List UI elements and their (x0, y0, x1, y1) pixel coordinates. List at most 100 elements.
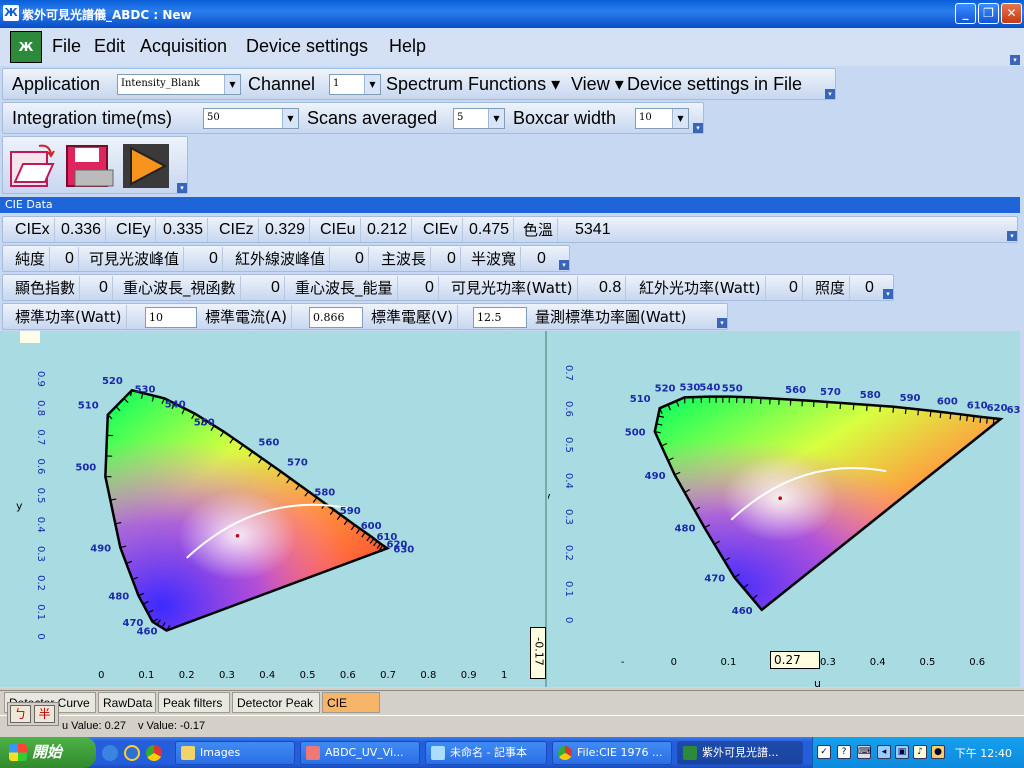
tray-check-icon[interactable]: ✓ (817, 745, 831, 759)
wavelength-label: 560 (785, 385, 806, 396)
tray-volume-icon[interactable]: ♪ (913, 745, 927, 759)
tray-app-icon[interactable]: ● (931, 745, 945, 759)
tray-network-icon[interactable]: ◂ (877, 745, 891, 759)
app-icon[interactable]: Ж (3, 5, 19, 21)
restore-button[interactable]: ❐ (978, 3, 999, 24)
wavelength-label: 530 (135, 384, 156, 395)
cie-y-value: 0.335 (159, 218, 209, 242)
menu-help[interactable]: Help (389, 36, 426, 57)
boxcar-width-label: Boxcar width (513, 108, 617, 128)
white-point-marker (778, 496, 782, 500)
chevron-down-icon[interactable]: ▼ (488, 109, 504, 128)
ime-halfwidth-button[interactable]: 半 (34, 705, 55, 723)
std-voltage-input[interactable]: 12.5 (473, 307, 527, 328)
chrome-icon (558, 746, 572, 760)
ime-bopomofo-button[interactable]: ㄅ (10, 705, 31, 723)
cie-data-caption: CIE Data (0, 197, 1020, 213)
menu-file[interactable]: File (52, 36, 81, 57)
taskbar-cie-file[interactable]: File:CIE 1976 ... (552, 741, 672, 765)
illuminance-value: 0 (865, 279, 874, 296)
taskbar-notepad[interactable]: 未命名 - 記事本 (425, 741, 547, 765)
taskbar-abdc[interactable]: ABDC_UV_Vi... (300, 741, 420, 765)
centroid-energy-label: 重心波長_能量 (291, 276, 398, 300)
locus-tick (929, 410, 932, 417)
dominant-wavelength-value: 0 (443, 247, 461, 271)
tab-cie-data[interactable]: CIE Data (322, 692, 380, 731)
x-tick-label: 1 (501, 670, 507, 681)
chevron-down-icon[interactable]: ▼ (224, 75, 240, 94)
tab-peak-filters[interactable]: Peak filters (158, 692, 230, 713)
device-settings-in-file-button[interactable]: Device settings in File (627, 74, 802, 95)
toolbar-overflow-icon[interactable]: ▾ (825, 89, 835, 99)
chevron-down-icon[interactable]: ▼ (364, 75, 380, 94)
browser-icon[interactable] (124, 745, 140, 761)
open-file-icon[interactable] (9, 142, 59, 190)
wavelength-label: 590 (900, 393, 921, 404)
wavelength-label: 480 (108, 592, 129, 603)
taskbar-spectrometer[interactable]: 紫外可見光譜... (677, 741, 803, 765)
infrared-peak-label: 紅外線波峰值 (231, 247, 331, 271)
tray-monitor-icon[interactable]: ▣ (895, 745, 909, 759)
locus-tick (986, 417, 988, 424)
wavelength-label: 530 (680, 383, 701, 394)
view-label: View (571, 74, 610, 94)
spectrum-functions-menu[interactable]: Spectrum Functions ▾ (386, 74, 560, 95)
close-button[interactable]: ✕ (1001, 3, 1022, 24)
toolbar-overflow-icon[interactable]: ▾ (559, 260, 569, 270)
toolbar-overflow-icon[interactable]: ▾ (717, 318, 727, 328)
start-button[interactable]: 開始 (0, 737, 96, 768)
menubar-overflow-icon[interactable]: ▾ (1010, 55, 1020, 65)
menu-edit[interactable]: Edit (94, 36, 125, 57)
play-icon[interactable] (121, 142, 171, 190)
wavelength-label: 540 (165, 400, 186, 411)
boxcar-width-combo[interactable]: 10 ▼ (635, 108, 689, 129)
cie-xy-chart[interactable]: 4604704804905005105205305405505605705805… (0, 331, 540, 687)
tab-detector-peak[interactable]: Detector Peak (232, 692, 320, 713)
chevron-down-icon[interactable]: ▼ (282, 109, 298, 128)
std-current-input[interactable]: 0.866 (309, 307, 363, 328)
toolbar-overflow-icon[interactable]: ▾ (693, 123, 703, 133)
measure-std-power-button[interactable]: 量測標準功率圖(Watt) (531, 305, 691, 329)
tray-ime-icon[interactable]: ⌨ (857, 745, 871, 759)
x-tick-label: 0.4 (259, 670, 275, 681)
application-combo[interactable]: Intensity_Blank ▼ (117, 74, 241, 95)
cie-row-4: 標準功率(Watt) 10 標準電流(A) 0.866 標準電壓(V) 12.5… (2, 303, 728, 330)
x-tick-label: 0 (671, 657, 677, 668)
toolbar-overflow-icon[interactable]: ▾ (883, 289, 893, 299)
scans-averaged-combo[interactable]: 5 ▼ (453, 108, 505, 129)
v-value-status: v Value: -0.17 (138, 720, 206, 732)
wavelength-label: 520 (102, 376, 123, 387)
tray-help-icon[interactable]: ? (837, 745, 851, 759)
x-tick-label: 0.6 (340, 670, 356, 681)
ie-icon[interactable] (102, 745, 118, 761)
menu-device-settings[interactable]: Device settings (246, 36, 368, 57)
y-axis-label: y (16, 500, 23, 513)
minimize-button[interactable]: _ (955, 3, 976, 24)
boxcar-width-value: 10 (639, 112, 652, 123)
tab-rawdata[interactable]: RawData (98, 692, 156, 713)
wavelength-label: 490 (645, 471, 666, 482)
windows-flag-icon (9, 744, 27, 761)
std-power-input[interactable]: 10 (145, 307, 197, 328)
cie-uv-chart[interactable]: 460 470 480 490 500 510 520 530 540 550 560 570 580 5… (548, 331, 1020, 687)
view-menu[interactable]: View ▾ (571, 74, 624, 95)
scans-averaged-label: Scans averaged (307, 108, 438, 128)
channel-combo[interactable]: 1 ▼ (329, 74, 381, 95)
document-icon (306, 746, 320, 760)
chevron-down-icon[interactable]: ▼ (672, 109, 688, 128)
y-tick-label: 0.1 (35, 604, 46, 620)
wavelength-label: 500 (75, 463, 96, 474)
toolbar-overflow-icon[interactable]: ▾ (1007, 231, 1017, 241)
cie-z-label: CIEz (215, 218, 259, 242)
v-cursor-readout: -0.17 (530, 627, 546, 679)
wavelength-label: 600 (937, 397, 958, 408)
visible-peak-label: 可見光波峰值 (85, 247, 185, 271)
u-cursor-readout: 0.27 (770, 651, 820, 669)
menu-acquisition[interactable]: Acquisition (140, 36, 227, 57)
taskbar-images[interactable]: Images (175, 741, 295, 765)
app-menu-icon[interactable]: Ж (10, 31, 42, 63)
chrome-icon[interactable] (146, 745, 162, 761)
save-icon[interactable] (65, 142, 115, 190)
integration-time-combo[interactable]: 50 ▼ (203, 108, 299, 129)
toolbar-overflow-icon[interactable]: ▾ (177, 183, 187, 193)
